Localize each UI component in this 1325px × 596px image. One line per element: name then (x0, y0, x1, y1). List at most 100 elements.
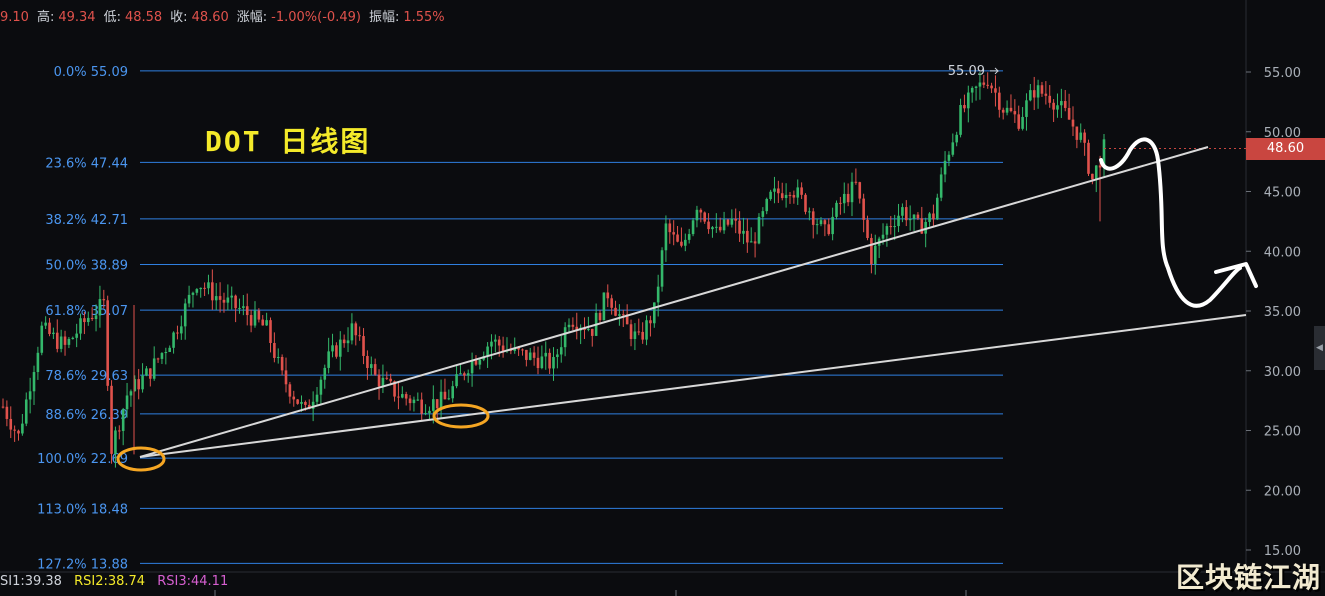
ohlc-value: 1.55% (403, 10, 445, 25)
candle-body (641, 331, 644, 340)
candle-body (249, 315, 253, 326)
fib-level-label: 61.8% 35.07 (45, 304, 128, 319)
candle-body (761, 211, 765, 217)
candle-body (532, 352, 536, 358)
candle-body (125, 395, 129, 410)
candle-body (180, 326, 183, 334)
candle-body (788, 194, 792, 196)
price-axis-label: 40.00 (1264, 245, 1301, 260)
candle-body (439, 391, 443, 409)
candle-body (199, 287, 203, 290)
candle-body (40, 325, 44, 353)
fib-level-label: 38.2% 42.71 (45, 213, 128, 228)
panel-collapse-handle[interactable]: ◀ (1314, 326, 1325, 370)
candle-body (79, 318, 82, 334)
candle-body (83, 318, 86, 323)
candle-body (358, 335, 361, 337)
projection-arrowhead (1214, 262, 1258, 288)
ohlc-label: 低: (103, 10, 121, 25)
candle-body (862, 198, 865, 220)
candle-body (412, 399, 416, 404)
candle-body (385, 377, 389, 379)
fib-level-label: 100.0% 22.69 (37, 452, 128, 467)
candle-body (269, 320, 272, 343)
candle-body (935, 197, 939, 220)
candle-body (645, 320, 648, 340)
candle-body (528, 352, 532, 360)
candle-body (145, 368, 148, 376)
candle-body (218, 296, 222, 300)
candle-body (621, 314, 625, 316)
candle-body (606, 292, 610, 299)
candle-body (451, 386, 455, 399)
candle-body (176, 332, 179, 334)
candle-body (362, 336, 365, 356)
candle-body (889, 226, 893, 228)
rsi2-value: RSI2:38.74 (74, 574, 146, 589)
candle-body (1044, 93, 1048, 96)
ohlc-item-0: 9.10 (0, 10, 33, 25)
candle-body (850, 181, 854, 203)
price-axis-label: 25.00 (1264, 425, 1301, 440)
candle-body (1075, 126, 1079, 140)
candle-body (369, 364, 373, 368)
candle-body (323, 367, 327, 380)
candle-body (947, 154, 951, 161)
candle-body (912, 214, 916, 219)
candle-body (21, 423, 24, 434)
candle-body (1067, 107, 1071, 120)
candle-body (1017, 114, 1021, 129)
candle-body (563, 327, 567, 348)
candle-body (234, 295, 237, 309)
candle-body (1025, 100, 1028, 117)
candle-body (1091, 173, 1094, 180)
candle-body (13, 429, 16, 431)
candle-body (831, 216, 834, 235)
trendlines (139, 146, 1247, 458)
candle-body (870, 237, 873, 265)
candle-body (1079, 132, 1083, 140)
fib-level-label: 113.0% 18.48 (37, 502, 128, 517)
candle-body (24, 399, 28, 424)
candle-body (823, 220, 827, 225)
candle-body (753, 241, 757, 244)
candle-body (618, 314, 621, 316)
candle-body (346, 340, 350, 344)
candle-body (118, 430, 121, 432)
candle-body (749, 241, 753, 243)
candle-body (296, 399, 299, 404)
candle-body (904, 207, 908, 221)
candle-body (990, 85, 993, 89)
candle-body (490, 341, 493, 347)
candle-body (955, 134, 958, 143)
candle-body (389, 378, 392, 382)
candle-body (28, 391, 32, 400)
rsi3-value: RSI3:44.11 (157, 574, 229, 589)
candle-body (327, 351, 330, 368)
candle-body (443, 391, 447, 400)
candle-body (804, 194, 807, 212)
candle-body (897, 215, 900, 227)
candle-body (342, 339, 346, 344)
candle-body (106, 300, 109, 386)
candle-body (497, 339, 501, 346)
projection-arrow (1099, 137, 1242, 308)
candle-body (811, 211, 815, 225)
candle-body (292, 396, 296, 400)
candle-body (602, 292, 606, 321)
candle-body (214, 296, 218, 301)
candle-body (614, 307, 617, 316)
candle-body (548, 352, 551, 369)
candle-body (668, 223, 672, 233)
candle-body (373, 364, 377, 375)
candle-body (660, 250, 664, 287)
candle-body (168, 347, 172, 353)
candle-body (664, 223, 668, 251)
candle-body (273, 342, 276, 358)
candle-body (102, 299, 106, 301)
candle-body (1021, 116, 1024, 129)
candle-body (571, 324, 575, 327)
candle-body (172, 332, 175, 348)
candle-body (1063, 101, 1067, 108)
candle-body (998, 92, 1001, 110)
